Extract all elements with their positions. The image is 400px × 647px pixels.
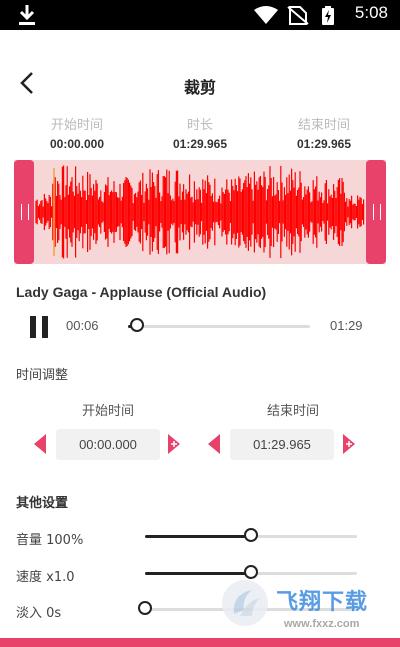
- no-sim-icon: [287, 6, 309, 25]
- end-time-value: 01:29.965: [296, 137, 352, 151]
- start-time-value: 00:00.000: [49, 137, 105, 151]
- watermark-url: www.fxxz.com: [284, 618, 360, 630]
- status-bar: 5:08: [0, 0, 400, 30]
- start-increase-button[interactable]: [167, 433, 181, 455]
- start-time-field[interactable]: 00:00.000: [56, 429, 160, 460]
- audio-waveform: [35, 165, 365, 259]
- seek-slider[interactable]: [128, 318, 310, 333]
- watermark-text: 飞翔下载: [276, 590, 369, 615]
- fade-in-label: 淡入 0s: [16, 606, 62, 621]
- adjust-start-label: 开始时间: [81, 404, 134, 419]
- current-time: 00:06: [66, 318, 99, 333]
- bottom-action-bar[interactable]: [0, 638, 400, 647]
- waveform-panel[interactable]: [14, 160, 386, 264]
- end-time-info: 结束时间 01:29.965: [264, 114, 384, 151]
- duration-info: 时长 01:29.965: [140, 114, 260, 151]
- speed-label: 速度 x1.0: [16, 570, 75, 585]
- start-time-label: 开始时间: [50, 118, 103, 133]
- volume-label: 音量 100%: [16, 533, 84, 548]
- grip-icon: [21, 204, 29, 220]
- duration-label: 时长: [186, 118, 213, 133]
- end-time-label: 结束时间: [297, 118, 350, 133]
- seek-knob[interactable]: [130, 318, 145, 332]
- watermark: 飞翔下载 www.fxxz.com: [214, 578, 394, 638]
- time-adjust-heading: 时间调整: [16, 368, 69, 383]
- fade-in-knob[interactable]: [138, 601, 152, 615]
- status-time: 5:08: [354, 3, 388, 22]
- speed-knob[interactable]: [244, 565, 258, 579]
- start-time-info: 开始时间 00:00.000: [17, 114, 137, 151]
- volume-slider[interactable]: [145, 528, 357, 543]
- trim-start-handle[interactable]: [14, 160, 34, 264]
- volume-knob[interactable]: [244, 528, 258, 542]
- end-time-field[interactable]: 01:29.965: [230, 429, 334, 460]
- wifi-icon: [254, 6, 278, 24]
- grip-icon: [373, 204, 381, 220]
- end-increase-button[interactable]: [342, 433, 356, 455]
- watermark-logo: [222, 580, 268, 626]
- total-time: 01:29: [330, 318, 363, 333]
- duration-value: 01:29.965: [172, 137, 228, 151]
- trim-end-handle[interactable]: [366, 160, 386, 264]
- adjust-end-label: 结束时间: [266, 404, 319, 419]
- pause-icon: [30, 316, 36, 338]
- other-settings-heading: 其他设置: [16, 496, 69, 511]
- end-decrease-button[interactable]: [207, 433, 221, 455]
- start-decrease-button[interactable]: [33, 433, 47, 455]
- song-title: Lady Gaga - Applause (Official Audio): [16, 284, 267, 300]
- end-time-field-value: 01:29.965: [253, 437, 311, 452]
- battery-charging-icon: [322, 6, 334, 25]
- page-title: 裁剪: [183, 78, 216, 97]
- pause-button[interactable]: [30, 316, 50, 338]
- download-icon: [19, 5, 35, 25]
- start-time-field-value: 00:00.000: [79, 437, 137, 452]
